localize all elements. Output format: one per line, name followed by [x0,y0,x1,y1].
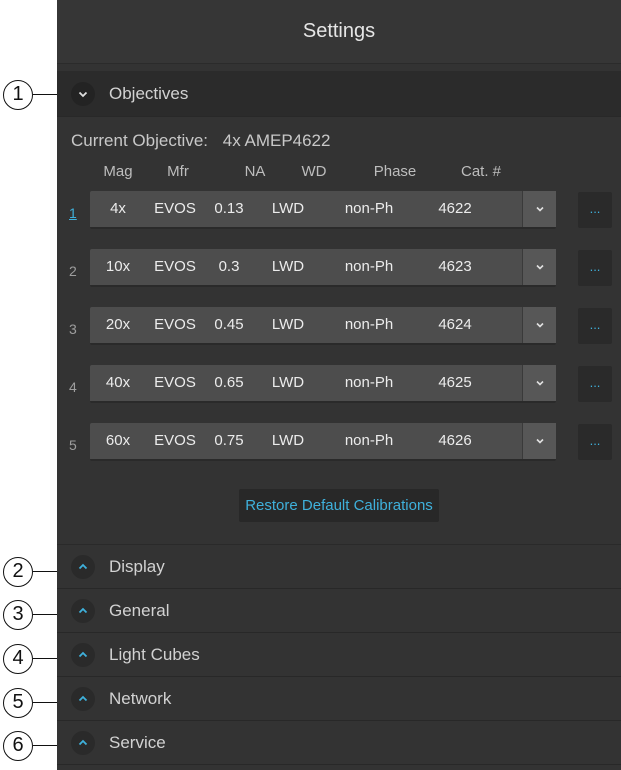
page-title: Settings [57,0,621,64]
section-label: General [109,600,170,620]
row-index[interactable]: 1 [69,205,77,221]
row-index[interactable]: 3 [69,321,77,337]
objective-row[interactable]: 5 60x EVOS 0.75 LWD non-Ph 4626... [57,423,621,481]
callout-number: 5 [3,688,33,718]
cat-cell: 4625 [438,374,472,391]
wd-cell: LWD [271,374,305,391]
objective-row[interactable]: 4 40x EVOS 0.65 LWD non-Ph 4625... [57,365,621,423]
mag-cell: 4x [110,200,126,217]
cat-cell: 4623 [438,258,472,275]
ellipsis-icon[interactable]: ... [578,250,612,286]
na-cell: 0.3 [218,258,240,275]
section-header-light-cubes[interactable]: Light Cubes [57,633,621,677]
mfr-cell: EVOS [154,374,196,391]
section-label: Service [109,732,166,752]
mfr-cell: EVOS [154,432,196,449]
wd-cell: LWD [271,200,305,217]
objective-row[interactable]: 1 4x EVOS 0.13 LWD non-Ph 4622... [57,191,621,249]
ellipsis-icon[interactable]: ... [578,424,612,460]
na-cell: 0.65 [214,374,244,391]
phase-cell: non-Ph [344,258,394,275]
na-cell: 0.45 [214,316,244,333]
current-objective: Current Objective: 4x AMEP4622 [57,117,621,163]
cat-cell: 4626 [438,432,472,449]
column-header-mfr: Mfr [167,163,189,180]
cat-cell: 4624 [438,316,472,333]
mag-cell: 10x [105,258,131,275]
section-label: Display [109,556,165,576]
objective-row-box[interactable]: 40x EVOS 0.65 LWD non-Ph 4625 [90,365,556,403]
cat-cell: 4622 [438,200,472,217]
phase-cell: non-Ph [344,316,394,333]
chevron-down-icon[interactable] [522,249,556,285]
chevron-up-icon[interactable] [71,598,95,623]
objectives-table: 1 4x EVOS 0.13 LWD non-Ph 4622... 2 10x EVOS 0.3 LW… [57,191,621,481]
ellipsis-icon[interactable]: ... [578,308,612,344]
row-index[interactable]: 2 [69,263,77,279]
phase-cell: non-Ph [344,200,394,217]
mfr-cell: EVOS [154,258,196,275]
column-header-wd: WD [301,163,327,180]
callout-number: 3 [3,600,33,630]
settings-panel: Settings Objectives Current Objective: 4… [57,0,621,770]
chevron-down-icon[interactable] [71,81,95,106]
column-header-cat: Cat. # [460,163,502,180]
phase-cell: non-Ph [344,432,394,449]
section-label: Objectives [109,83,189,103]
phase-cell: non-Ph [344,374,394,391]
objective-row-box[interactable]: 20x EVOS 0.45 LWD non-Ph 4624 [90,307,556,345]
wd-cell: LWD [271,316,305,333]
current-objective-value: 4x AMEP4622 [222,131,331,150]
ellipsis-icon[interactable]: ... [578,366,612,402]
objective-row[interactable]: 3 20x EVOS 0.45 LWD non-Ph 4624... [57,307,621,365]
mag-cell: 20x [105,316,131,333]
callout-number: 1 [3,80,33,110]
wd-cell: LWD [271,432,305,449]
chevron-up-icon[interactable] [71,686,95,711]
ellipsis-icon[interactable]: ... [578,192,612,228]
column-header-phase: Phase [373,163,417,180]
mfr-cell: EVOS [154,316,196,333]
wd-cell: LWD [271,258,305,275]
section-header-general[interactable]: General [57,589,621,633]
mag-cell: 60x [105,432,131,449]
column-headers: Mag Mfr NA WD Phase Cat. # [57,163,621,191]
section-header-display[interactable]: Display [57,545,621,589]
restore-wrap: Restore Default Calibrations [57,489,621,522]
chevron-down-icon[interactable] [522,191,556,227]
objective-row-box[interactable]: 60x EVOS 0.75 LWD non-Ph 4626 [90,423,556,461]
chevron-up-icon[interactable] [71,554,95,579]
objectives-panel: Current Objective: 4x AMEP4622 Mag Mfr N… [57,117,621,545]
collapsed-sections: Display General Light Cubes Network Service [57,545,621,765]
section-header-objectives[interactable]: Objectives [57,71,621,117]
na-cell: 0.13 [214,200,244,217]
chevron-down-icon[interactable] [522,423,556,459]
restore-default-calibrations-button[interactable]: Restore Default Calibrations [239,489,439,522]
current-objective-label: Current Objective: [71,131,208,150]
mag-cell: 40x [105,374,131,391]
objective-row-box[interactable]: 10x EVOS 0.3 LWD non-Ph 4623 [90,249,556,287]
page: 1 2 3 4 5 6 Settings Objectives Current … [0,0,621,770]
chevron-down-icon[interactable] [522,307,556,343]
objective-row[interactable]: 2 10x EVOS 0.3 LWD non-Ph 4623... [57,249,621,307]
row-index[interactable]: 4 [69,379,77,395]
section-header-network[interactable]: Network [57,677,621,721]
section-label: Light Cubes [109,644,200,664]
callout-number: 4 [3,644,33,674]
column-header-mag: Mag [103,163,133,180]
chevron-down-icon[interactable] [522,365,556,401]
objective-row-box[interactable]: 4x EVOS 0.13 LWD non-Ph 4622 [90,191,556,229]
section-label: Network [109,688,172,708]
callout-number: 6 [3,731,33,761]
mfr-cell: EVOS [154,200,196,217]
na-cell: 0.75 [214,432,244,449]
chevron-up-icon[interactable] [71,730,95,755]
callout-number: 2 [3,557,33,587]
section-header-service[interactable]: Service [57,721,621,765]
row-index[interactable]: 5 [69,437,77,453]
chevron-up-icon[interactable] [71,642,95,667]
column-header-na: NA [244,163,266,180]
